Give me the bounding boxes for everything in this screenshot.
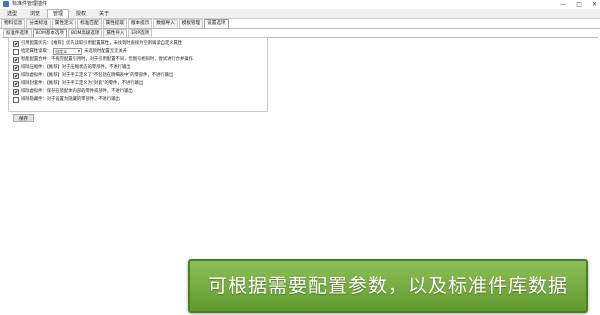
tab-select[interactable]: 选型 [1,9,23,18]
option-row[interactable]: 排除封套件：【推荐】对于手工定义为"封套"的零件，不进行输出 [13,80,143,87]
close-icon[interactable]: ✕ [592,0,597,9]
property-select[interactable]: 自定义 ▼ [53,48,83,55]
tab-about[interactable]: 关于 [93,9,115,18]
tab-material-info[interactable]: 物料信息 [1,19,26,28]
checkbox[interactable] [13,80,19,87]
tab-version-tips[interactable]: 版本提示 [127,19,153,28]
tab-browse[interactable]: 浏览 [24,9,46,18]
bom-options-panel: 引用配置优先：【推荐】优先读取引用配置属性，未找到时直接为空则调读自定义属性 指… [8,37,268,112]
tab-classification[interactable]: 分类标准 [26,19,51,28]
option-row[interactable]: 引用配置优先：【推荐】优先读取引用配置属性，未找到时直接为空则调读自定义属性 [13,40,182,47]
tab-bom-advanced-options[interactable]: BOM高级选项 [67,29,103,37]
option-row[interactable]: 智能配置合并：不拖完配置引用时，对于引用配置不同，但图号相同时，尝试进行合并操作 [13,56,193,63]
app-logo-icon [3,1,9,7]
tab-license[interactable]: 授权 [70,9,92,18]
option-label: 排除虚拟件：【推荐】对于手工定义了"不包括在明细表中"的零部件，不进行输出 [21,73,174,78]
option-label: 未选项时配置无无关开 [84,49,128,54]
option-label: 排除压缩件：【推荐】对于压缩状态的零部件，不进行输出 [21,65,131,70]
tab-standard-part-options[interactable]: 标准件选项 [3,29,32,37]
tab-property-import[interactable]: 属性导入 [103,29,128,37]
checkbox[interactable] [13,72,19,79]
tab-settings[interactable]: 设置选项 [204,19,229,28]
save-button[interactable]: 保存 [13,114,34,122]
option-row[interactable]: 排除隐藏件：对于设置为隐藏的零部件，不进行输出 [13,96,120,103]
option-label: 引用配置优先：【推荐】优先读取引用配置属性，未找到时直接为空则调读自定义属性 [21,41,183,46]
window-title: 标准件管理插件 [12,1,48,7]
option-label: 排除虚拟件：保存在装配体内部的零件或部件，不进行输出 [21,89,133,94]
tab-manage[interactable]: 管理 [47,9,70,18]
checkbox[interactable] [13,64,19,71]
chevron-down-icon: ▼ [77,49,81,53]
option-row[interactable]: 排除虚拟件：【推荐】对于手工定义了"不包括在明细表中"的零部件，不进行输出 [13,72,173,79]
option-label: 排除封套件：【推荐】对于手工定义为"封套"的零件，不进行输出 [21,81,144,86]
main-tab-bar: 选型 浏览 管理 授权 关于 [0,9,600,19]
checkbox[interactable] [13,96,19,103]
checkbox[interactable] [13,40,19,47]
property-select-value: 自定义 [55,49,68,54]
option-label: 排除隐藏件：对于设置为隐藏的零部件，不进行输出 [21,97,120,102]
option-label: 指定属性读取： [21,49,52,54]
tab-data-import[interactable]: 数据导入 [153,19,178,28]
option-row[interactable]: 排除压缩件：【推荐】对于压缩状态的零部件，不进行输出 [13,64,131,71]
tab-property-extract[interactable]: 属性提取 [102,19,127,28]
minimize-icon[interactable]: — [560,0,566,9]
tab-standard-match[interactable]: 标准匹配 [77,19,102,28]
option-label: 智能配置合并：不拖完配置引用时，对于引用配置不同，但图号相同时，尝试进行合并操作 [21,57,193,62]
checkbox[interactable] [13,88,19,95]
tab-bom-basic-options[interactable]: BOM基本选项 [32,29,67,37]
checkbox[interactable] [13,56,19,63]
sub-tab-bar: 物料信息 分类标准 属性定义 标准匹配 属性提取 版本提示 数据导入 模板管理 … [0,19,600,29]
tab-erp-options[interactable]: ERP选项 [128,29,153,37]
checkbox[interactable] [13,48,19,55]
window-controls: — □ ✕ [560,0,597,9]
caption-banner: 可根据需要配置参数，以及标准件库数据 [188,259,588,313]
tab-property-definition[interactable]: 属性定义 [51,19,77,28]
maximize-icon[interactable]: □ [576,0,582,9]
option-row[interactable]: 排除虚拟件：保存在装配体内部的零件或部件，不进行输出 [13,88,133,95]
option-row[interactable]: 指定属性读取： 自定义 ▼ 未选项时配置无无关开 [13,48,127,55]
tab-template-manage[interactable]: 模板管理 [178,19,204,28]
